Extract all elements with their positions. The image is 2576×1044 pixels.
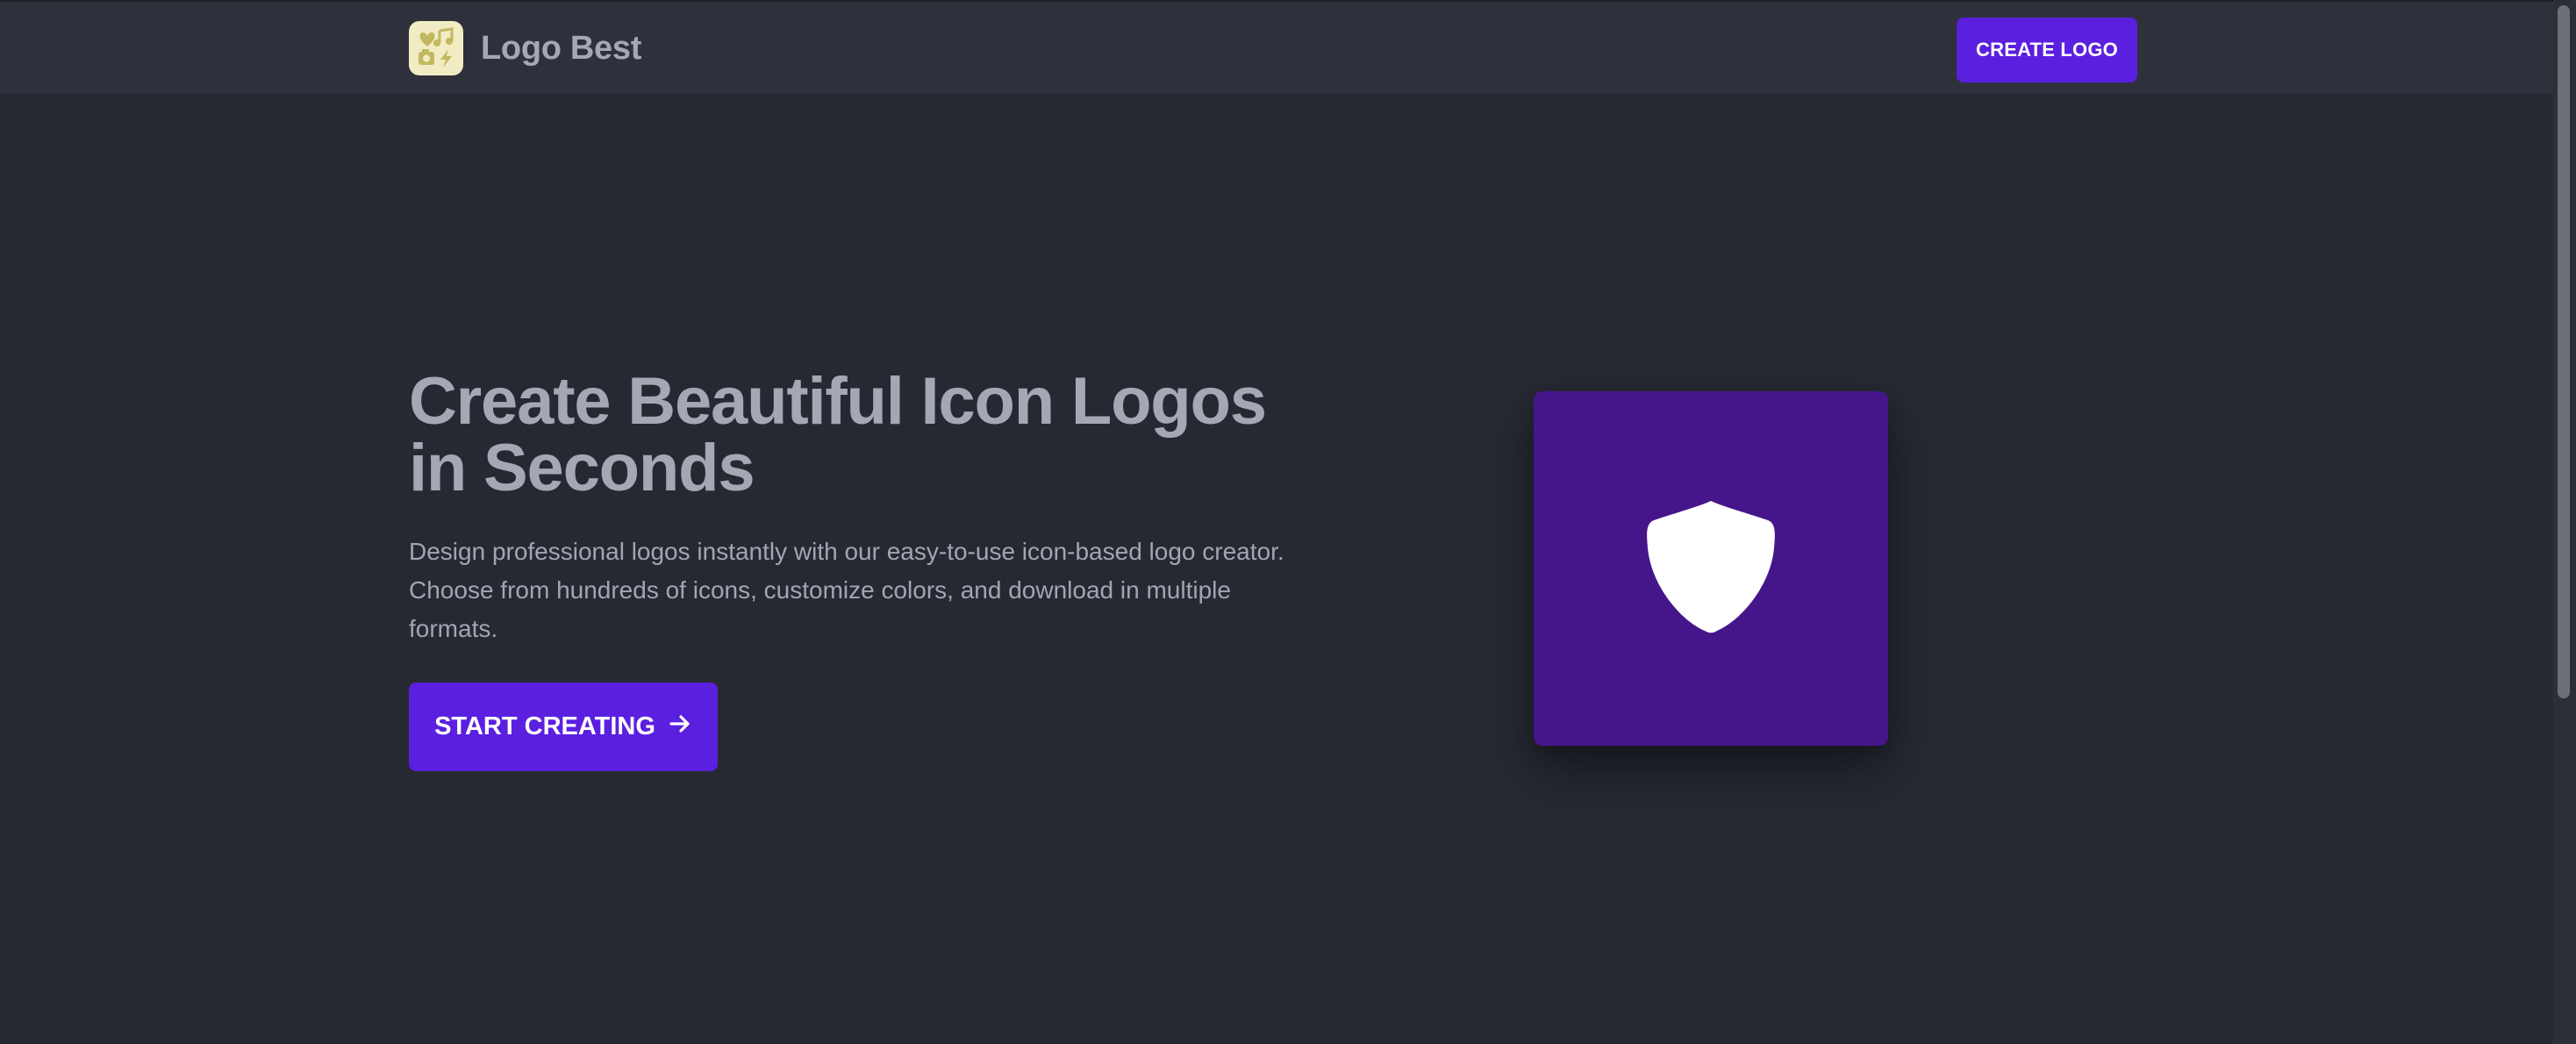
create-logo-button[interactable]: CREATE LOGO (1957, 18, 2137, 82)
start-creating-label: START CREATING (434, 712, 655, 740)
arrow-right-icon (668, 711, 692, 743)
brand-link[interactable]: Logo Best (409, 21, 641, 75)
logo-preview-card (1534, 391, 1888, 746)
brand-name: Logo Best (481, 29, 642, 67)
scrollbar-thumb[interactable] (2558, 5, 2570, 698)
top-nav: Logo Best CREATE LOGO (0, 0, 2553, 94)
hero-title: Create Beautiful Icon Logos in Seconds (409, 364, 1267, 505)
shield-icon (1645, 499, 1777, 639)
page: Logo Best CREATE LOGO Create Beautiful I… (0, 0, 2576, 1044)
brand-logo-icon (409, 21, 463, 75)
hero-description: Design professional logos instantly with… (409, 538, 1284, 642)
start-creating-button[interactable]: START CREATING (409, 683, 718, 771)
vertical-scrollbar[interactable] (2553, 0, 2576, 1044)
